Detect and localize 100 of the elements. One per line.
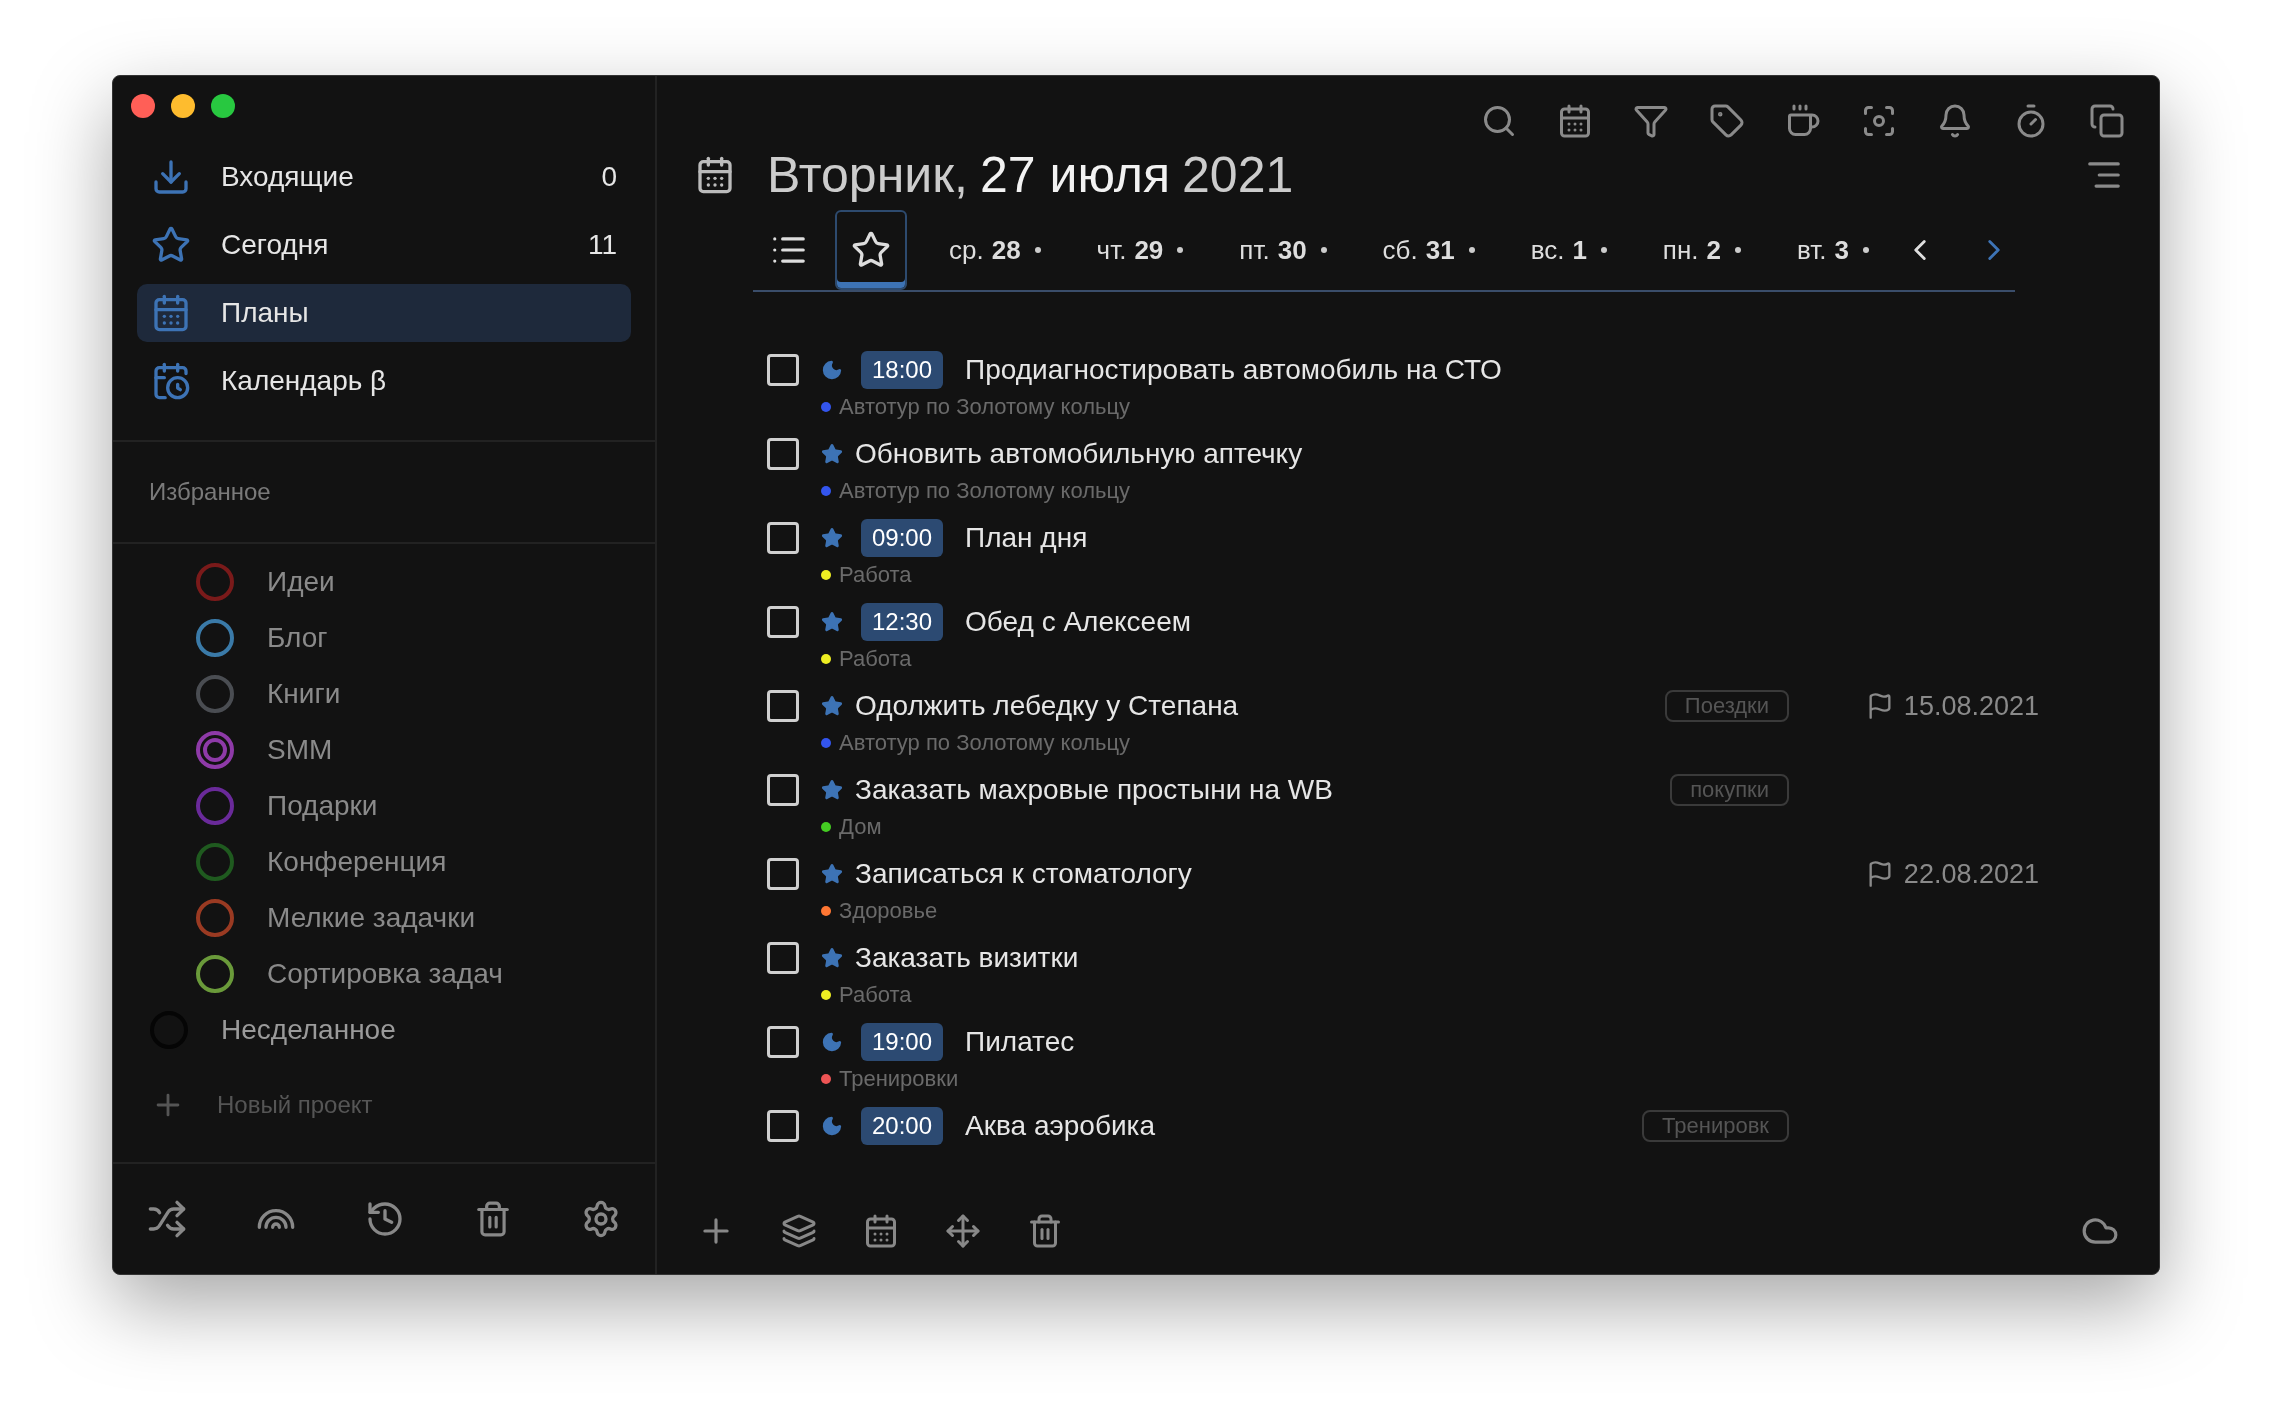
- star-icon: [851, 230, 891, 270]
- inbox-icon: [151, 157, 191, 197]
- task-checkbox[interactable]: [767, 522, 799, 554]
- project-label[interactable]: Подарки: [267, 790, 378, 822]
- calendar-clock-icon: [151, 361, 191, 401]
- project-label[interactable]: Блог: [267, 622, 328, 654]
- sidebar-item[interactable]: Планы: [137, 284, 631, 342]
- move-icon[interactable]: [945, 1213, 981, 1249]
- task-title[interactable]: Обновить автомобильную аптечку: [855, 438, 1303, 470]
- sidebar-item-label: Входящие: [221, 161, 355, 193]
- task-checkbox[interactable]: [767, 1026, 799, 1058]
- day-tab[interactable]: чт. 29: [1096, 234, 1184, 266]
- time-badge: 20:00: [861, 1107, 944, 1145]
- task-checkbox[interactable]: [767, 690, 799, 722]
- project-label[interactable]: Несделанное: [221, 1014, 396, 1046]
- time-badge: 19:00: [861, 1023, 944, 1061]
- star-tab[interactable]: [835, 210, 907, 290]
- search-icon[interactable]: [1481, 103, 1517, 139]
- star-icon: [821, 611, 843, 633]
- task-title[interactable]: Аква аэробика: [965, 1110, 1156, 1142]
- task-title[interactable]: Одолжить лебедку у Степана: [855, 690, 1239, 722]
- sidebar-item[interactable]: Входящие 0: [137, 148, 631, 206]
- star-icon: [821, 695, 843, 717]
- star-icon: [821, 527, 843, 549]
- copy-icon[interactable]: [2089, 103, 2125, 139]
- task-project: Дом: [839, 814, 882, 840]
- star-icon: [151, 225, 191, 265]
- project-label[interactable]: Мелкие задачки: [267, 902, 476, 934]
- star-icon: [821, 863, 843, 885]
- star-icon: [821, 779, 843, 801]
- sidebar-item-label: Планы: [221, 297, 310, 329]
- task-title[interactable]: План дня: [965, 522, 1088, 554]
- close-button[interactable]: [131, 94, 155, 118]
- calendar-icon: [151, 293, 191, 333]
- task-title[interactable]: Заказать визитки: [855, 942, 1079, 974]
- day-tab[interactable]: вт. 3: [1797, 234, 1869, 266]
- project-label[interactable]: Сортировка задач: [267, 958, 503, 990]
- day-tab[interactable]: сб. 31: [1382, 234, 1475, 266]
- layers-icon[interactable]: [781, 1213, 817, 1249]
- task-checkbox[interactable]: [767, 606, 799, 638]
- sidebar-item[interactable]: Календарь β: [137, 352, 631, 410]
- task-project: Автотур по Золотому кольцу: [839, 730, 1131, 756]
- day-tab[interactable]: вс. 1: [1530, 234, 1607, 266]
- sidebar-item-label: Сегодня: [221, 229, 330, 261]
- tag-icon[interactable]: [1709, 103, 1745, 139]
- calendar-icon[interactable]: [1557, 103, 1593, 139]
- item-count: 11: [587, 229, 617, 261]
- task-project: Работа: [839, 982, 912, 1008]
- section-title: Избранное: [113, 442, 655, 544]
- task-checkbox[interactable]: [767, 774, 799, 806]
- day-tab[interactable]: пн. 2: [1662, 234, 1741, 266]
- due-date: 15.08.2021: [1903, 690, 2039, 722]
- item-count: 0: [601, 161, 617, 193]
- time-badge: 12:30: [861, 603, 944, 641]
- moon-icon: [821, 1031, 843, 1053]
- task-title[interactable]: Заказать махровые простыни на WB: [855, 774, 1333, 806]
- task-checkbox[interactable]: [767, 1110, 799, 1142]
- due-date: 22.08.2021: [1903, 858, 2039, 890]
- trash-icon[interactable]: [1027, 1213, 1063, 1249]
- time-badge: 18:00: [861, 351, 944, 389]
- task-checkbox[interactable]: [767, 858, 799, 890]
- cup-icon[interactable]: [1785, 103, 1821, 139]
- task-checkbox[interactable]: [767, 354, 799, 386]
- task-title[interactable]: Продиагностировать автомобиль на СТО: [965, 354, 1502, 386]
- task-title[interactable]: Обед с Алексеем: [965, 606, 1191, 638]
- shuffle-icon[interactable]: [147, 1199, 188, 1239]
- task-title[interactable]: Записаться к стоматологу: [855, 858, 1192, 890]
- task-project: Здоровье: [839, 898, 938, 924]
- sidebar-item[interactable]: Сегодня 11: [137, 216, 631, 274]
- task-checkbox[interactable]: [767, 438, 799, 470]
- moon-icon: [821, 359, 843, 381]
- history-icon[interactable]: [365, 1199, 405, 1239]
- task-checkbox[interactable]: [767, 942, 799, 974]
- task-project: Тренировки: [839, 1066, 959, 1092]
- task-project: Работа: [839, 646, 912, 672]
- bell-icon[interactable]: [1937, 103, 1973, 139]
- project-label[interactable]: Конференция: [267, 846, 447, 878]
- project-label[interactable]: Идеи: [267, 566, 335, 598]
- moon-icon: [821, 1115, 843, 1137]
- sidebar-item-label: Календарь β: [221, 365, 388, 397]
- project-label[interactable]: SMM: [267, 734, 333, 766]
- time-badge: 09:00: [861, 519, 944, 557]
- filter-icon[interactable]: [1633, 103, 1669, 139]
- task-project: Автотур по Золотому кольцу: [839, 394, 1131, 420]
- focus-icon[interactable]: [1861, 103, 1897, 139]
- page-title: Вторник, 27 июля 2021: [767, 146, 1295, 204]
- task-tag: покупки: [1670, 774, 1789, 806]
- star-icon: [821, 947, 843, 969]
- calendar-icon[interactable]: [863, 1213, 899, 1249]
- task-tag: Поездки: [1664, 690, 1789, 722]
- calendar-icon: [695, 155, 735, 195]
- day-tab[interactable]: пт. 30: [1239, 234, 1327, 266]
- zoom-button[interactable]: [211, 94, 235, 118]
- task-tag: Тренировк: [1642, 1110, 1789, 1142]
- day-tab[interactable]: ср. 28: [949, 234, 1041, 266]
- project-label[interactable]: Книги: [267, 678, 341, 710]
- minimize-button[interactable]: [171, 94, 195, 118]
- task-title[interactable]: Пилатес: [965, 1026, 1075, 1058]
- star-icon: [821, 443, 843, 465]
- task-project: Автотур по Золотому кольцу: [839, 478, 1131, 504]
